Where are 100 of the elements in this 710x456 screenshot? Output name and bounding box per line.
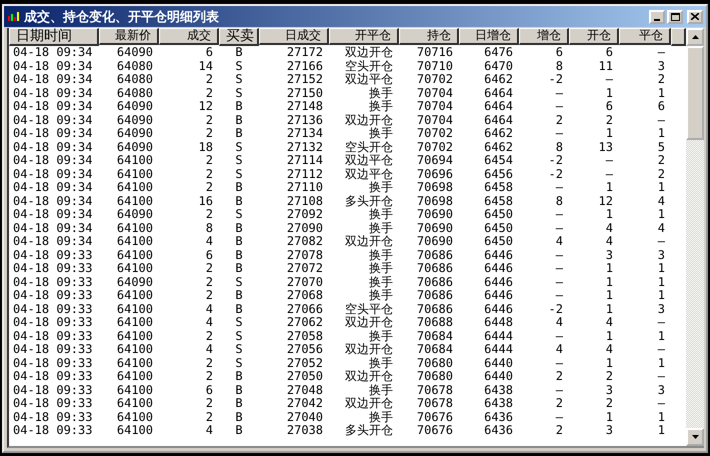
table-cell-text: 12 [198,100,214,114]
column-header[interactable]: 开仓 [569,28,619,44]
table-cell-text: 6438 [483,397,514,410]
table-cell-text: 2 [554,424,564,438]
table-cell-text: 27110 [286,181,324,194]
column-header[interactable]: 成交 [159,28,219,44]
table-cell-text: 8 [204,222,214,235]
minimize-button[interactable] [649,10,665,24]
down-arrow-icon [692,435,698,439]
table-cell-text: 04-18 09:34 [12,140,94,154]
table-cell-text: -2 [548,302,564,316]
table-cell-text: 70702 [416,127,454,140]
column-header[interactable]: 平仓 [619,28,671,44]
table-cell-text: B [234,424,244,438]
table-cell-text: -2 [548,73,564,86]
table-cell-text: 70686 [416,262,454,276]
table-cell-text: 04-18 09:34 [12,222,94,235]
table-cell-text: 64100 [116,356,154,370]
scroll-up-button[interactable] [686,28,704,46]
table-cell-text: 换手 [368,262,394,276]
table-cell-text: 6462 [483,140,514,154]
table-cell-text: 27166 [286,60,324,73]
table-cell-text: B [234,248,244,262]
table-cell-text: 6438 [483,384,514,397]
table-cell-text: 70680 [416,356,454,370]
table-cell-text: 64080 [116,60,154,73]
column-header[interactable]: 增仓 [519,28,569,44]
table-cell-text: 1 [604,356,614,370]
table-cell-text: 2 [204,397,214,410]
column-header[interactable]: 持仓 [399,28,459,44]
table-cell-text: 04-18 09:33 [12,424,94,438]
table-cell-text: 70698 [416,194,454,208]
table-cell-text: 04-18 09:33 [12,316,94,330]
table-cell-text: 6464 [483,100,514,114]
table-cell-text: 换手 [368,384,394,397]
table-cell-text: 换手 [368,276,394,288]
table-cell-text: 64100 [116,289,154,302]
table-cell-text: 70698 [416,181,454,194]
table-cell-text: 3 [604,248,614,262]
up-arrow-icon [692,35,698,39]
table-cell-text: 16 [198,194,214,208]
table-cell-text: 27038 [286,424,324,438]
maximize-button[interactable] [667,10,683,24]
table-cell-text: 1 [656,356,666,370]
table-cell-text: 6464 [483,86,514,100]
table-cell-text: 04-18 09:34 [12,235,94,248]
table-cell-text: 27136 [286,114,324,127]
table-cell-text: 04-18 09:34 [12,208,94,222]
table-cell-text: 空头开仓 [344,60,394,73]
table-cell-text: 64100 [116,262,154,276]
table-cell-text: 70690 [416,222,454,235]
table-cell-text: 4 [554,316,564,330]
table-cell-text: 70680 [416,370,454,384]
scrollbar[interactable] [686,28,704,446]
table-cell-text: 04-18 09:34 [12,46,94,60]
table-cell-text: 6436 [483,410,514,424]
table-cell-text: 换手 [368,410,394,424]
table-cell-text: 换手 [368,181,394,194]
scroll-down-button[interactable] [686,428,704,446]
table-cell-text: 2 [204,370,214,384]
table-cell-text: 3 [604,424,614,438]
table-cell-text: S [234,316,244,330]
table-cell-text: 4 [604,316,614,330]
table-cell-text: 6444 [483,330,514,343]
column-header[interactable]: 日增仓 [459,28,519,44]
table-cell-text: 70716 [416,46,454,60]
table-cell-text: 64100 [116,384,154,397]
column-header[interactable]: 开平仓 [329,28,399,44]
table-cell-text: 6 [656,100,666,114]
table-cell-text: 6462 [483,127,514,140]
column-header[interactable]: 最新价 [99,28,159,44]
table-cell-text: B [234,397,244,410]
scroll-thumb[interactable] [686,46,704,140]
table-cell-text: 换手 [368,289,394,302]
table-cell-text: 27050 [286,370,324,384]
column-header[interactable]: 日期时间 [9,28,99,46]
table-cell-text: 4 [204,424,214,438]
table-cell-text: 2 [204,181,214,194]
table-cell-text: 2 [204,262,214,276]
table-cell-text: 70704 [416,114,454,127]
table-cell-text: 6462 [483,73,514,86]
table-cell-text: 4 [204,316,214,330]
table-cell-text: 6 [204,46,214,60]
table-cell-text: 8 [554,194,564,208]
table-cell-text: — [554,86,564,100]
table-cell-text: — [604,73,614,86]
table-cell-text: 64100 [116,370,154,384]
close-button[interactable] [687,10,703,24]
table-cell-text: 8 [554,140,564,154]
table-cell-text: — [554,181,564,194]
table-cell-text: 04-18 09:34 [12,168,94,181]
table-cell-text: — [656,46,666,60]
table-cell-text: 6454 [483,154,514,168]
table-cell-text: 2 [204,330,214,343]
table-cell-text: 12 [598,194,614,208]
column-header[interactable]: 买卖 [219,28,259,46]
table-cell-text: B [234,289,244,302]
table-cell-text: 04-18 09:33 [12,356,94,370]
table-cell-text: 64100 [116,410,154,424]
column-header[interactable]: 日成交 [259,28,329,44]
